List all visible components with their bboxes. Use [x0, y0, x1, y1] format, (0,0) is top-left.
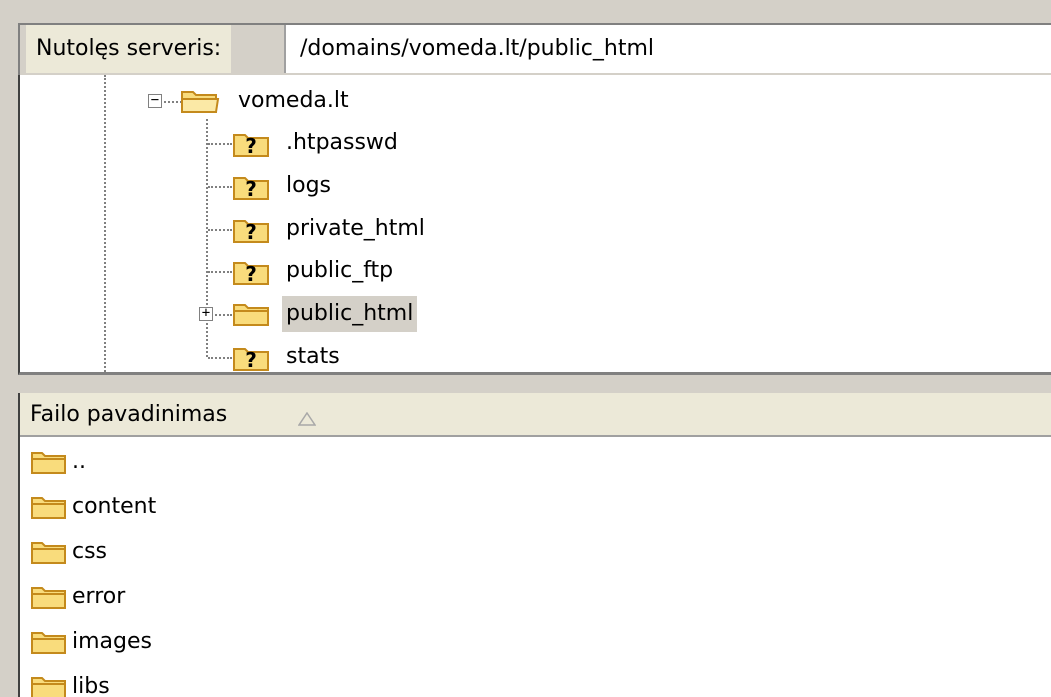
file-name: ..	[72, 449, 86, 474]
file-name: css	[72, 539, 108, 564]
folder-icon	[232, 300, 272, 334]
tree-node-public-html[interactable]: public_html	[282, 296, 418, 332]
panel-splitter[interactable]	[0, 375, 1051, 393]
svg-text:?: ?	[245, 348, 257, 372]
tree-connector	[208, 271, 232, 273]
file-row[interactable]: css	[20, 529, 1020, 574]
collapse-icon[interactable]: −	[148, 93, 162, 108]
column-header-label: Failo pavadinimas	[30, 402, 228, 427]
tree-connector	[160, 101, 182, 103]
tree-node-htpasswd[interactable]: .htpasswd	[282, 125, 402, 161]
sort-ascending-icon	[297, 407, 317, 426]
folder-unknown-icon: ?	[232, 129, 272, 165]
folder-icon	[30, 539, 68, 571]
column-header-filename[interactable]: Failo pavadinimas	[20, 393, 1051, 437]
folder-unknown-icon: ?	[232, 257, 272, 293]
tree-connector	[208, 357, 232, 359]
folder-unknown-icon: ?	[232, 343, 272, 372]
remote-path-bar: Nutolęs serveris: /domains/vomeda.lt/pub…	[18, 23, 1051, 75]
remote-path-input[interactable]: /domains/vomeda.lt/public_html	[284, 25, 1051, 73]
expand-icon[interactable]: +	[199, 306, 213, 321]
file-row[interactable]: ..	[20, 439, 1020, 484]
tree-node-public-ftp[interactable]: public_ftp	[282, 253, 397, 289]
svg-text:?: ?	[245, 177, 257, 201]
folder-icon	[30, 494, 68, 526]
top-strip	[0, 0, 1051, 20]
tree-connector	[208, 186, 232, 188]
tree-node-private-html[interactable]: private_html	[282, 211, 429, 247]
file-row[interactable]: images	[20, 619, 1020, 664]
file-row[interactable]: content	[20, 484, 1020, 529]
tree-guide-line	[104, 75, 106, 372]
file-row[interactable]: error	[20, 574, 1020, 619]
file-name: libs	[72, 674, 110, 697]
tree-connector	[208, 229, 232, 231]
tree-connector	[208, 143, 232, 145]
svg-text:?: ?	[245, 220, 257, 244]
file-name: error	[72, 584, 126, 609]
svg-text:?: ?	[245, 262, 257, 286]
folder-icon	[30, 584, 68, 616]
remote-directory-tree[interactable]: − vomeda.lt ? .htpasswd ? logs ? private…	[18, 75, 1051, 375]
folder-icon	[30, 449, 68, 481]
folder-icon	[30, 674, 68, 697]
folder-unknown-icon: ?	[232, 215, 272, 251]
tree-node-logs[interactable]: logs	[282, 168, 335, 204]
folder-open-icon	[180, 87, 220, 121]
file-name: images	[72, 629, 152, 654]
tree-guide-line	[206, 119, 208, 357]
svg-text:?: ?	[245, 134, 257, 158]
folder-icon	[30, 629, 68, 661]
folder-unknown-icon: ?	[232, 172, 272, 208]
remote-server-label: Nutolęs serveris:	[26, 25, 232, 73]
tree-node-stats[interactable]: stats	[282, 339, 344, 372]
file-row[interactable]: libs	[20, 664, 1020, 697]
remote-file-list[interactable]: Failo pavadinimas .. content css error i…	[18, 393, 1051, 697]
file-name: content	[72, 494, 157, 519]
ftp-client-window: Nutolęs serveris: /domains/vomeda.lt/pub…	[0, 0, 1051, 697]
tree-node-vomeda[interactable]: vomeda.lt	[234, 83, 353, 119]
